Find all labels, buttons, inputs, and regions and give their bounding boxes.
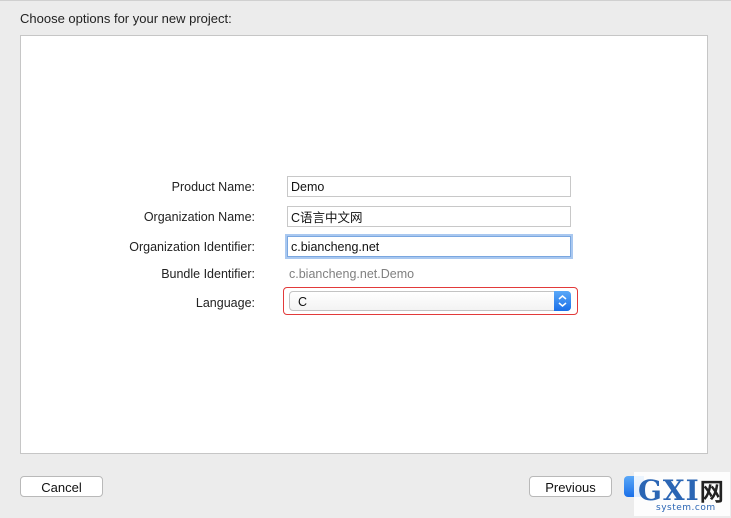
watermark-subtext: system.com [656,503,716,513]
organization-name-label: Organization Name: [143,210,255,224]
product-name-label: Product Name: [171,180,255,194]
organization-identifier-label: Organization Identifier: [129,240,255,254]
language-select-value: C [298,295,308,309]
bundle-identifier-value: c.biancheng.net.Demo [289,267,415,281]
organization-identifier-field[interactable] [287,236,571,257]
watermark: GXI网 system.com [634,472,730,516]
watermark-logo: GXI网 [638,474,725,507]
language-select[interactable]: C [289,291,571,311]
window-top-edge [0,0,731,1]
cancel-button[interactable]: Cancel [20,476,103,497]
bundle-identifier-label: Bundle Identifier: [161,267,255,281]
language-label: Language: [195,296,255,310]
page-title: Choose options for your new project: [20,11,232,26]
up-down-chevron-icon[interactable] [554,291,571,311]
product-name-field[interactable] [287,176,571,197]
previous-button[interactable]: Previous [529,476,612,497]
organization-name-field[interactable] [287,206,571,227]
options-panel: Product Name: Organization Name: Organiz… [20,35,708,454]
